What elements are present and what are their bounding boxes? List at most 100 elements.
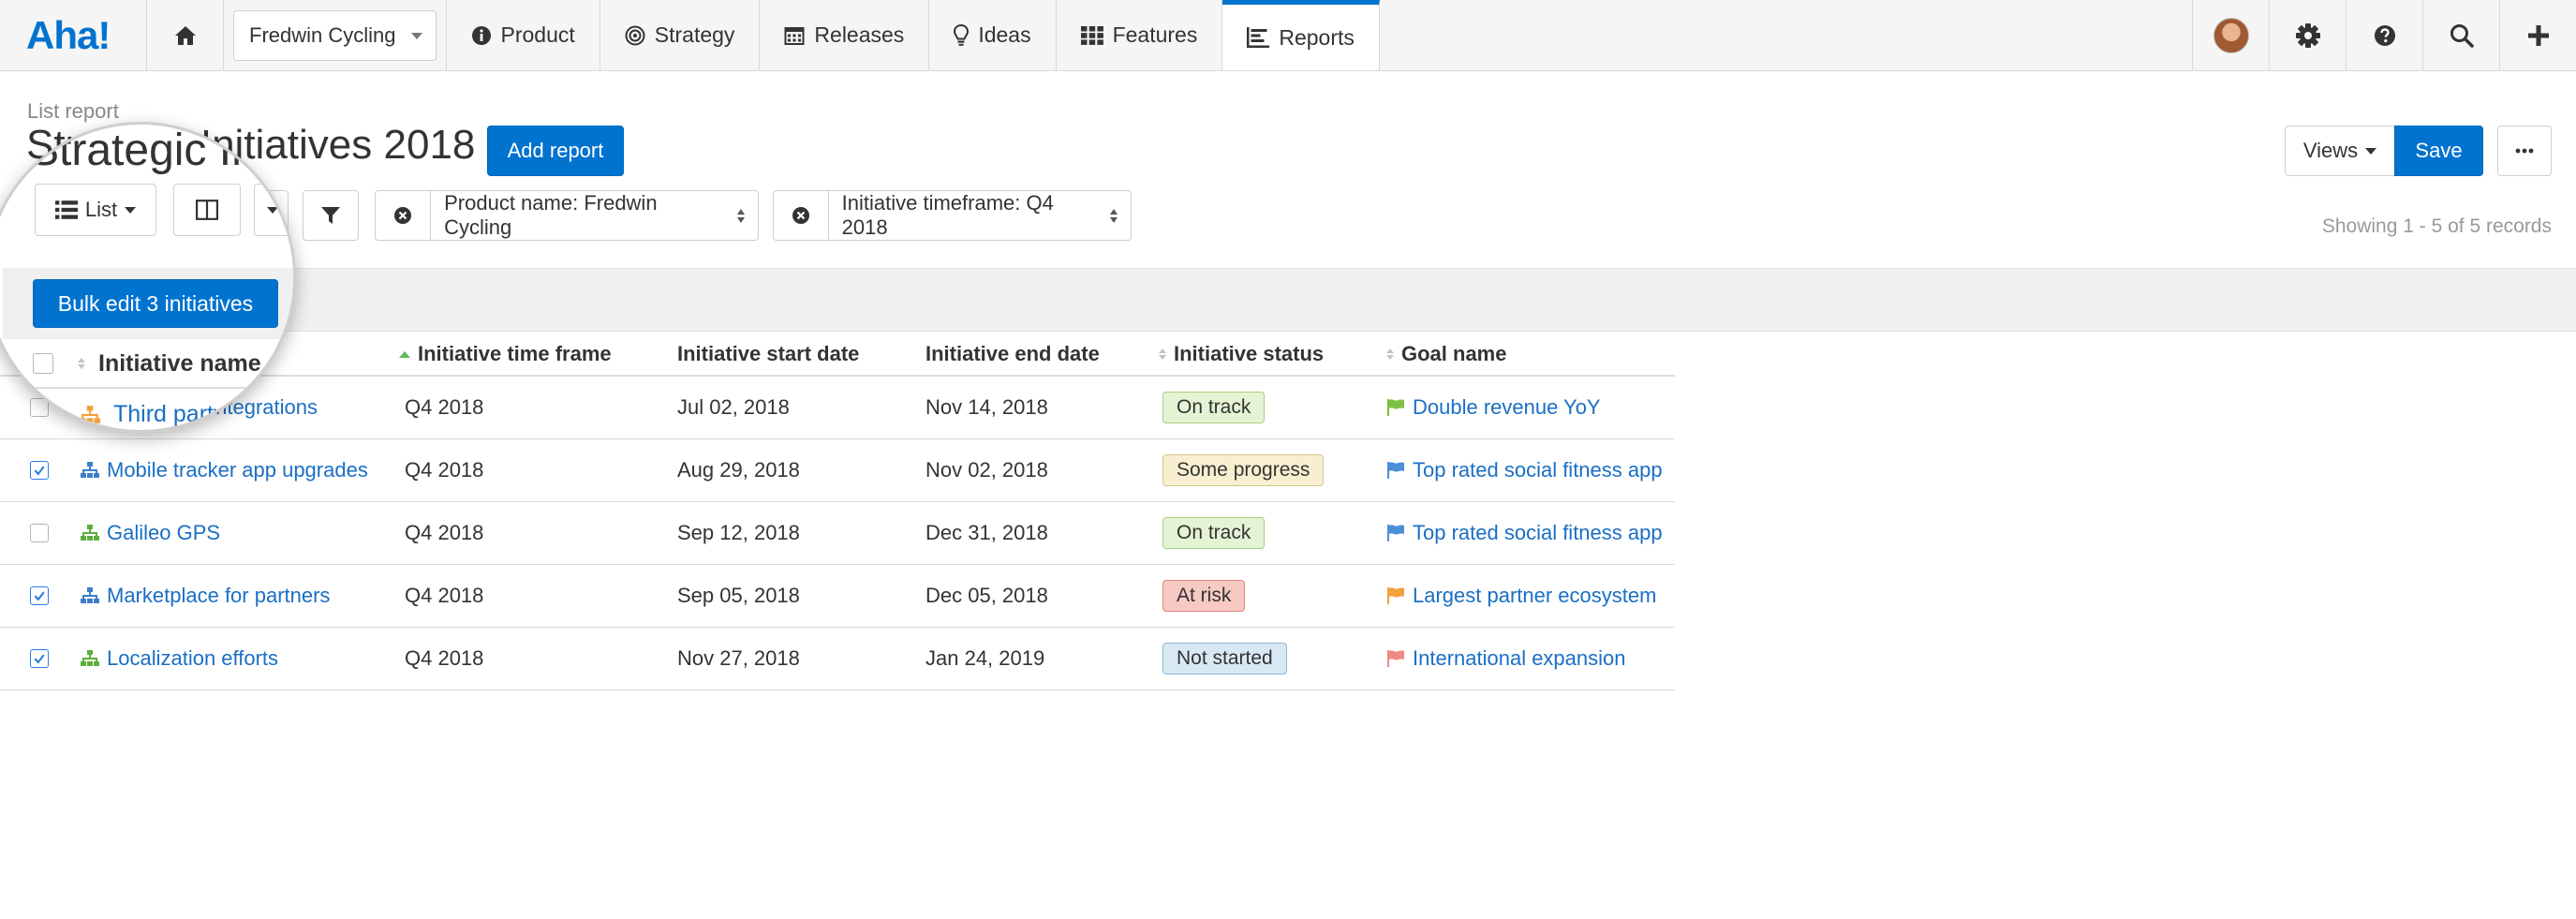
magnified-select-all-checkbox[interactable] bbox=[33, 353, 53, 374]
remove-filter-button[interactable] bbox=[774, 191, 829, 240]
magnified-list-view-button[interactable]: List bbox=[35, 184, 156, 236]
magnified-initiative-link[interactable]: Third party integrations bbox=[113, 401, 293, 428]
row-select-cell bbox=[30, 502, 49, 564]
aha-logo[interactable]: Aha! bbox=[0, 0, 147, 70]
sort-asc-icon bbox=[399, 350, 410, 358]
goal-flag-icon bbox=[1387, 525, 1404, 541]
goal-cell: Largest partner ecosystem bbox=[1386, 565, 1656, 627]
product-select[interactable]: Fredwin Cycling bbox=[233, 9, 437, 61]
col-initiative-end-date[interactable]: Initiative end date bbox=[925, 332, 1100, 377]
goal-cell: Top rated social fitness app bbox=[1386, 439, 1663, 501]
sort-icon bbox=[78, 358, 85, 369]
initiative-icon bbox=[81, 525, 99, 541]
table-row: Localization efforts Q4 2018 Nov 27, 2018 J… bbox=[0, 628, 1675, 690]
goal-link[interactable]: Top rated social fitness app bbox=[1413, 521, 1663, 545]
settings-button[interactable] bbox=[2269, 0, 2346, 70]
close-circle-icon bbox=[792, 207, 809, 224]
product-select-wrap: Fredwin Cycling bbox=[224, 0, 447, 70]
add-report-button[interactable]: Add report bbox=[487, 126, 624, 176]
goal-link[interactable]: Largest partner ecosystem bbox=[1413, 584, 1656, 608]
status-cell: On track bbox=[1162, 377, 1266, 438]
info-circle-icon bbox=[471, 25, 491, 45]
home-button[interactable] bbox=[147, 0, 224, 70]
magnified-columns-dropdown[interactable] bbox=[254, 184, 291, 236]
col-label: Initiative end date bbox=[925, 342, 1100, 365]
status-badge[interactable]: At risk bbox=[1162, 580, 1246, 612]
initiative-link[interactable]: Mobile tracker app upgrades bbox=[107, 458, 368, 482]
goal-cell: Double revenue YoY bbox=[1386, 377, 1601, 438]
goal-link[interactable]: Top rated social fitness app bbox=[1413, 458, 1663, 482]
timeframe-cell: Q4 2018 bbox=[405, 521, 484, 544]
row-checkbox[interactable] bbox=[30, 586, 49, 605]
row-checkbox[interactable] bbox=[30, 524, 49, 542]
nav-features-label: Features bbox=[1112, 22, 1198, 47]
magnified-list-label: List bbox=[84, 198, 118, 221]
avatar bbox=[2213, 17, 2249, 53]
goal-flag-icon bbox=[1387, 587, 1404, 604]
end-date-cell: Nov 14, 2018 bbox=[925, 395, 1048, 419]
bulk-edit-button[interactable]: Bulk edit 3 initiatives bbox=[33, 279, 278, 328]
col-initiative-time-frame[interactable]: Initiative time frame bbox=[399, 332, 612, 377]
magnified-page-title: Strategic Initiatives 2018 bbox=[29, 126, 293, 175]
initiative-icon bbox=[81, 587, 99, 603]
nav-features[interactable]: Features bbox=[1057, 0, 1223, 70]
filter-timeframe-text: Initiative timeframe: Q4 2018 bbox=[841, 191, 1054, 239]
magnified-row: Third party integrations bbox=[33, 401, 293, 428]
magnified-columns-button[interactable] bbox=[173, 184, 241, 236]
product-select-value: Fredwin Cycling bbox=[249, 22, 396, 47]
end-date-cell: Nov 02, 2018 bbox=[925, 458, 1048, 482]
goal-cell: International expansion bbox=[1386, 628, 1626, 689]
col-label: Initiative start date bbox=[677, 342, 860, 365]
status-badge[interactable]: On track bbox=[1162, 392, 1266, 423]
remove-filter-button[interactable] bbox=[376, 191, 432, 240]
initiative-link[interactable]: Galileo GPS bbox=[107, 521, 220, 545]
close-circle-icon bbox=[394, 207, 412, 224]
magnified-row-checkbox[interactable] bbox=[33, 404, 53, 425]
more-options-button[interactable] bbox=[2497, 126, 2552, 176]
nav-ideas[interactable]: Ideas bbox=[929, 0, 1057, 70]
filter-product-label[interactable]: Product name: Fredwin Cycling bbox=[431, 191, 758, 240]
filter-initiative-timeframe[interactable]: Initiative timeframe: Q4 2018 bbox=[773, 190, 1132, 241]
top-nav: Aha! Fredwin Cycling Product Strategy Re… bbox=[0, 0, 2576, 71]
filter-product-name[interactable]: Product name: Fredwin Cycling bbox=[375, 190, 759, 241]
status-badge[interactable]: Not started bbox=[1162, 643, 1287, 674]
goal-link[interactable]: International expansion bbox=[1413, 646, 1626, 671]
user-menu[interactable] bbox=[2192, 0, 2269, 70]
nav-product[interactable]: Product bbox=[447, 0, 600, 70]
select-arrows-icon bbox=[1110, 208, 1118, 223]
col-initiative-status[interactable]: Initiative status bbox=[1159, 332, 1324, 377]
status-badge[interactable]: Some progress bbox=[1162, 454, 1325, 486]
initiative-link[interactable]: Localization efforts bbox=[107, 646, 278, 671]
add-button[interactable] bbox=[2499, 0, 2576, 70]
nav-reports[interactable]: Reports bbox=[1222, 0, 1380, 70]
filter-button[interactable] bbox=[303, 190, 359, 241]
chevron-down-icon bbox=[410, 32, 422, 39]
target-icon bbox=[625, 25, 645, 45]
initiative-link[interactable]: Marketplace for partners bbox=[107, 584, 330, 608]
timeframe-cell: Q4 2018 bbox=[405, 458, 484, 482]
search-button[interactable] bbox=[2422, 0, 2499, 70]
nav-releases-label: Releases bbox=[814, 22, 905, 47]
report-icon bbox=[1247, 27, 1270, 48]
nav-product-label: Product bbox=[500, 22, 575, 47]
list-icon bbox=[54, 200, 78, 219]
views-button[interactable]: Views bbox=[2285, 126, 2395, 176]
col-initiative-start-date[interactable]: Initiative start date bbox=[677, 332, 859, 377]
row-checkbox[interactable] bbox=[30, 461, 49, 480]
lightbulb-icon bbox=[954, 23, 970, 46]
sort-icon bbox=[1386, 348, 1394, 360]
magnified-header: Initiative name bbox=[33, 345, 261, 382]
filter-timeframe-label[interactable]: Initiative timeframe: Q4 2018 bbox=[829, 191, 1131, 240]
col-goal-name[interactable]: Goal name bbox=[1386, 332, 1506, 377]
goal-link[interactable]: Double revenue YoY bbox=[1413, 395, 1601, 420]
record-count: Showing 1 - 5 of 5 records bbox=[2321, 215, 2552, 237]
status-badge[interactable]: On track bbox=[1162, 517, 1266, 549]
initiative-name-cell: Localization efforts bbox=[81, 628, 278, 689]
nav-strategy[interactable]: Strategy bbox=[600, 0, 761, 70]
row-checkbox[interactable] bbox=[30, 649, 49, 668]
help-button[interactable] bbox=[2346, 0, 2422, 70]
nav-releases[interactable]: Releases bbox=[760, 0, 930, 70]
save-button[interactable]: Save bbox=[2394, 126, 2483, 176]
report-type-label: List report bbox=[27, 99, 119, 123]
chevron-down-icon bbox=[125, 206, 137, 214]
